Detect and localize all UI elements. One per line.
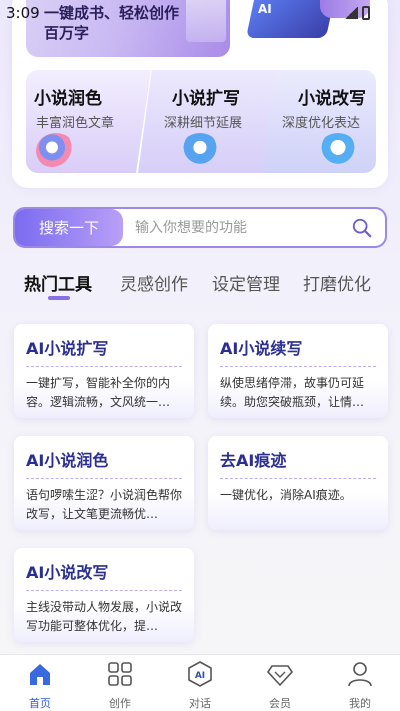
grid-icon (108, 662, 132, 686)
nav-chat[interactable]: AI 对话 (170, 661, 230, 711)
nav-home[interactable]: 首页 (10, 661, 70, 711)
divider (26, 590, 182, 591)
tool-card-rewrite[interactable]: AI小说改写 主线没带动人物发展，小说改写功能可整体优化，提… (14, 548, 194, 642)
feature-polish[interactable]: 小说润色 丰富润色文章 (26, 70, 151, 173)
nav-label: 首页 (29, 697, 51, 710)
tab-inspiration[interactable]: 灵感创作 (120, 270, 188, 295)
tool-card-continue[interactable]: AI小说续写 纵使思绪停滞，故事仍可延续。助您突破瓶颈，让情… (208, 324, 388, 418)
nav-profile[interactable]: 我的 (330, 661, 390, 711)
tab-polish[interactable]: 打磨优化 (303, 270, 371, 295)
tool-title: AI小说续写 (220, 339, 303, 358)
search-input[interactable] (135, 217, 345, 239)
robot-icon (180, 133, 220, 169)
tool-description: 一键扩写，智能补全你的内容。逻辑流畅，文风统一… (26, 376, 171, 409)
feature-subtitle: 深度优化表达 (282, 116, 361, 131)
book-illustration (186, 0, 226, 42)
status-indicators (344, 6, 370, 20)
hero-line2: 百万字 (44, 24, 90, 42)
tool-description: 主线没带动人物发展，小说改写功能可整体优化，提… (26, 600, 183, 633)
feature-title: 小说改写 (298, 89, 366, 109)
robot-palette-icon (36, 133, 76, 169)
divider (26, 478, 182, 479)
category-tabs: 热门工具 灵感创作 设定管理 打磨优化 (24, 270, 384, 300)
feature-subtitle: 深耕细节延展 (164, 116, 243, 131)
divider (220, 366, 376, 367)
signal-icon (344, 7, 358, 19)
tab-settings[interactable]: 设定管理 (212, 270, 280, 295)
feature-rewrite[interactable]: 小说改写 深度优化表达 (262, 70, 376, 173)
nav-label: 我的 (349, 697, 371, 710)
status-time: 3:09 (6, 4, 40, 22)
battery-icon (362, 6, 370, 20)
ai-badge: AI (258, 2, 272, 16)
nav-create[interactable]: 创作 (90, 661, 150, 711)
robot-head-icon (318, 133, 358, 169)
feature-title: 小说扩写 (172, 89, 240, 109)
tool-card-expand[interactable]: AI小说扩写 一键扩写，智能补全你的内容。逻辑流畅，文风统一… (14, 324, 194, 418)
diamond-icon (266, 665, 294, 687)
tool-card-polish[interactable]: AI小说润色 语句啰嗦生涩？小说润色帮你改写，让文笔更流畅优… (14, 436, 194, 530)
tool-description: 一键优化，消除AI痕迹。 (220, 488, 352, 502)
feature-expand[interactable]: 小说扩写 深耕细节延展 (138, 70, 276, 173)
tool-title: AI小说润色 (26, 451, 109, 470)
nav-label: 对话 (189, 697, 211, 710)
tool-title: AI小说改写 (26, 563, 109, 582)
nav-member[interactable]: 会员 (250, 661, 310, 711)
divider (220, 478, 376, 479)
tool-card-remove-ai[interactable]: 去AI痕迹 一键优化，消除AI痕迹。 (208, 436, 388, 530)
hero-text: 一键成书、轻松创作 百万字 (44, 3, 179, 43)
nav-label: 会员 (269, 697, 291, 710)
tab-hot-tools[interactable]: 热门工具 (24, 270, 92, 295)
nav-label: 创作 (109, 697, 131, 710)
tool-description: 语句啰嗦生涩？小说润色帮你改写，让文笔更流畅优… (26, 488, 183, 521)
tool-title: 去AI痕迹 (220, 451, 287, 470)
ai-chat-badge: AI (195, 671, 205, 681)
feature-subtitle: 丰富润色文章 (36, 116, 115, 131)
divider (26, 366, 182, 367)
search-icon[interactable] (351, 217, 373, 239)
ai-chat-icon: AI (188, 661, 212, 687)
hero-line1: 一键成书、轻松创作 (44, 4, 180, 22)
search-button[interactable]: 搜索一下 (15, 209, 123, 246)
user-icon (348, 662, 372, 687)
tool-description: 纵使思绪停滞，故事仍可延续。助您突破瓶颈，让情… (220, 376, 365, 409)
tab-indicator (48, 296, 70, 300)
bottom-nav: 首页 创作 AI 对话 会员 我的 (0, 654, 400, 711)
search-bar: 搜索一下 (13, 207, 387, 248)
home-icon (30, 664, 50, 685)
tool-title: AI小说扩写 (26, 339, 109, 358)
feature-title: 小说润色 (34, 89, 102, 109)
